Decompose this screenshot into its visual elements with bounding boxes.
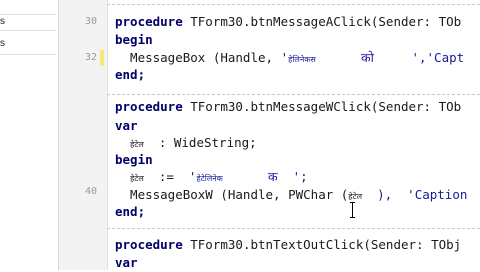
method-separator bbox=[107, 228, 480, 229]
string-literal: ','Capt bbox=[411, 50, 465, 65]
hindi-string: हेलिनेकस bbox=[288, 55, 316, 64]
left-panel: s s bbox=[0, 0, 59, 270]
code-line[interactable]: end; bbox=[115, 66, 145, 84]
keyword: procedure bbox=[115, 237, 183, 252]
code-line[interactable]: procedure TForm30.btnTextOutClick(Sender… bbox=[115, 236, 461, 254]
line-number-gutter: 30 32 40 bbox=[59, 0, 108, 270]
code-line[interactable]: MessageBox (Handle, 'हेलिनेकस को ','Capt bbox=[115, 49, 464, 69]
method-separator bbox=[107, 94, 480, 95]
code-line[interactable]: procedure TForm30.btnMessageAClick(Sende… bbox=[115, 13, 461, 31]
hindi-identifier: हेटेल bbox=[130, 174, 144, 183]
code-text: MessageBox (Handle, ' bbox=[115, 50, 289, 65]
line-number: 40 bbox=[84, 186, 97, 197]
code-text: TForm30.btnMessageAClick(Sender: TOb bbox=[182, 14, 462, 29]
string-literal: ), 'Caption bbox=[362, 187, 468, 202]
panel-divider bbox=[0, 30, 56, 31]
panel-item[interactable]: s bbox=[0, 16, 5, 27]
code-line[interactable]: procedure TForm30.btnMessageWClick(Sende… bbox=[115, 98, 461, 116]
keyword: end; bbox=[115, 67, 146, 82]
panel-divider bbox=[0, 14, 56, 15]
keyword: begin bbox=[115, 152, 153, 167]
code-line[interactable]: var bbox=[115, 117, 138, 135]
code-text: MessageBoxW (Handle, PWChar ( bbox=[115, 187, 349, 202]
line-number: 32 bbox=[84, 52, 97, 63]
hindi-identifier: हेटेल bbox=[348, 192, 363, 201]
keyword: procedure bbox=[115, 99, 183, 114]
code-text: := ' bbox=[143, 169, 197, 184]
hindi-identifier: हेटेल bbox=[130, 140, 144, 149]
code-line[interactable]: begin bbox=[115, 31, 153, 49]
line-number: 30 bbox=[84, 16, 97, 27]
code-text: : WideString; bbox=[143, 135, 257, 150]
method-separator bbox=[107, 4, 480, 5]
keyword: var bbox=[115, 118, 138, 133]
keyword: end; bbox=[115, 204, 146, 219]
panel-divider bbox=[0, 54, 56, 55]
hindi-string: को bbox=[315, 50, 412, 65]
code-line[interactable]: MessageBoxW (Handle, PWChar (हेटेल ), 'C… bbox=[115, 186, 467, 206]
keyword: procedure bbox=[115, 14, 183, 29]
code-text: TForm30.btnMessageWClick(Sender: TOb bbox=[182, 99, 462, 114]
code-line[interactable]: begin bbox=[115, 151, 153, 169]
code-line[interactable]: var bbox=[115, 254, 138, 272]
modified-line-marker bbox=[100, 50, 104, 66]
keyword: var bbox=[115, 255, 138, 270]
string-literal: क '; bbox=[222, 169, 308, 184]
keyword: begin bbox=[115, 32, 153, 47]
code-line[interactable]: हेटेल := 'हेटेलिनेक क '; bbox=[115, 168, 308, 188]
panel-item[interactable]: s bbox=[0, 38, 5, 49]
code-text: TForm30.btnTextOutClick(Sender: TObj bbox=[182, 237, 462, 252]
text-cursor-icon bbox=[350, 202, 356, 218]
code-line[interactable]: end; bbox=[115, 203, 145, 221]
hindi-string: हेटेलिनेक bbox=[196, 174, 223, 183]
